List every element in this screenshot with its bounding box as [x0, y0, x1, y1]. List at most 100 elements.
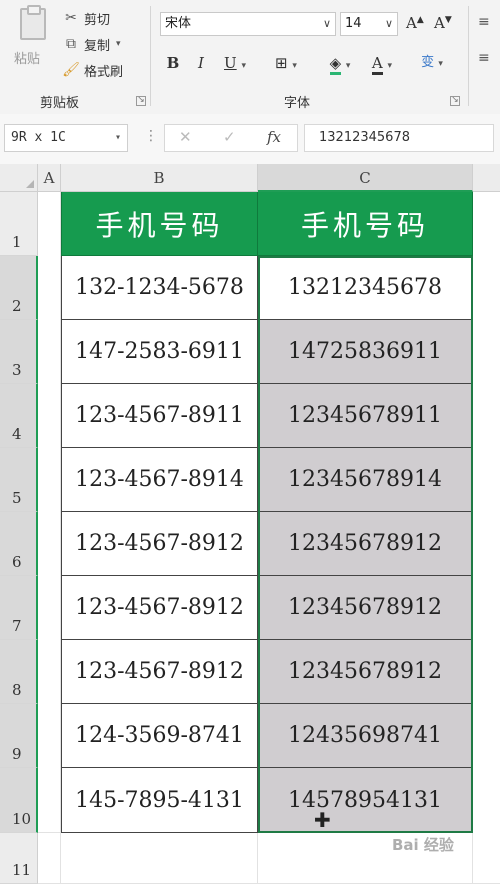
chevron-down-icon[interactable]: ▾ — [116, 39, 121, 49]
shrink-font-label: A — [434, 14, 445, 32]
clipboard-icon — [20, 5, 46, 40]
copy-button[interactable]: ⧉ 复制 ▾ — [62, 34, 121, 54]
table-cell-b[interactable]: 123-4567-8911 — [61, 384, 258, 448]
column-a-cells[interactable] — [38, 192, 61, 833]
table-cell-b[interactable]: 123-4567-8914 — [61, 448, 258, 512]
row-number: 3 — [12, 361, 22, 379]
empty-cell[interactable] — [61, 833, 258, 884]
row-header-9[interactable]: 9 — [0, 704, 38, 768]
table-cell-b[interactable]: 147-2583-6911 — [61, 320, 258, 384]
shrink-font-button[interactable]: A▼ — [434, 14, 452, 32]
chevron-down-icon[interactable]: ▾ — [115, 125, 121, 151]
row-header-11[interactable]: 11 — [0, 833, 38, 884]
paste-button[interactable]: 粘贴 — [8, 5, 56, 70]
column-header-a[interactable]: A — [38, 164, 61, 192]
table-cell-c[interactable]: 14578954131 — [258, 768, 473, 833]
column-header-b[interactable]: B — [61, 164, 258, 192]
font-color-label: A — [371, 54, 383, 75]
paint-bucket-icon: ◈ — [329, 54, 342, 75]
border-grid-icon: ⊞ — [275, 54, 288, 72]
format-painter-button[interactable]: 🖌 格式刷 — [62, 60, 123, 80]
scissors-icon: ✂ — [65, 10, 77, 26]
table-cell-c[interactable]: 12345678912 — [258, 640, 473, 704]
column-header-c[interactable]: C — [258, 164, 473, 192]
row-header-1[interactable]: 1 — [0, 192, 38, 256]
row-header-10[interactable]: 10 — [0, 768, 38, 833]
underline-label: U — [224, 54, 237, 72]
formula-bar: 9R x 1C ▾ ⋮ ✕ ✓ fx 13212345678 — [0, 114, 500, 165]
table-cell-c[interactable]: 14725836911 — [258, 320, 473, 384]
confirm-icon[interactable]: ✓ — [223, 128, 236, 146]
phonetic-button[interactable]: 变 ▾ — [414, 50, 450, 76]
brush-icon: 🖌 — [62, 62, 80, 78]
table-cell-b[interactable]: 123-4567-8912 — [61, 512, 258, 576]
align-left-icon[interactable]: ≡ — [478, 50, 490, 66]
format-painter-label: 格式刷 — [84, 64, 124, 80]
table-cell-c[interactable]: 13212345678 — [258, 256, 473, 320]
clipboard-group-label: 剪贴板 — [40, 96, 80, 111]
header-cell-b[interactable]: 手机号码 — [61, 192, 258, 256]
font-size-value: 14 — [345, 16, 362, 31]
copy-label: 复制 — [84, 38, 111, 54]
cancel-icon[interactable]: ✕ — [179, 128, 192, 146]
italic-button[interactable]: I — [192, 50, 210, 76]
copy-icon: ⧉ — [66, 36, 76, 52]
table-cell-b[interactable]: 123-4567-8912 — [61, 576, 258, 640]
column-header-d[interactable] — [473, 164, 500, 192]
row-header-4[interactable]: 4 — [0, 384, 38, 448]
grow-font-button[interactable]: A▲ — [406, 14, 424, 32]
ribbon: 粘贴 ✂ 剪切 ⧉ 复制 ▾ 🖌 格式刷 剪贴板 ↘ 宋体 ∨ 14 ∨ A▲ … — [0, 0, 500, 115]
more-options-icon[interactable]: ⋮ — [144, 128, 158, 144]
row-header-2[interactable]: 2 — [0, 256, 38, 320]
row-header-7[interactable]: 7 — [0, 576, 38, 640]
row-header-6[interactable]: 6 — [0, 512, 38, 576]
table-cell-b[interactable]: 123-4567-8912 — [61, 640, 258, 704]
row-number: 11 — [12, 861, 32, 879]
header-cell-c[interactable]: 手机号码 — [258, 192, 473, 256]
table-cell-b[interactable]: 132-1234-5678 — [61, 256, 258, 320]
table-cell-b[interactable]: 145-7895-4131 — [61, 768, 258, 833]
empty-cell[interactable] — [38, 833, 61, 884]
fill-color-button[interactable]: ◈ ▾ — [320, 50, 360, 76]
chevron-down-icon: ∨ — [322, 17, 331, 30]
insert-function-button[interactable]: fx — [267, 128, 281, 146]
row-number: 5 — [12, 489, 22, 507]
formula-input[interactable]: 13212345678 — [304, 124, 494, 152]
name-box-value: 9R x 1C — [11, 130, 66, 145]
divider — [150, 6, 151, 106]
align-top-icon[interactable]: ≡ — [478, 14, 490, 30]
row-number: 10 — [12, 810, 32, 828]
font-group-label: 字体 — [284, 96, 311, 111]
watermark: Bai 经验 — [392, 836, 454, 854]
font-size-select[interactable]: 14 ∨ — [340, 12, 398, 36]
grow-font-label: A — [406, 14, 417, 32]
dialog-launcher-icon[interactable]: ↘ — [450, 96, 460, 106]
table-cell-c[interactable]: 12345678912 — [258, 576, 473, 640]
table-cell-c[interactable]: 12345678914 — [258, 448, 473, 512]
row-header-8[interactable]: 8 — [0, 640, 38, 704]
row-number: 2 — [12, 297, 22, 315]
bold-button[interactable]: B — [164, 50, 182, 76]
table-cell-b[interactable]: 124-3569-8741 — [61, 704, 258, 768]
row-number: 1 — [12, 233, 22, 251]
cut-button[interactable]: ✂ 剪切 — [62, 8, 110, 28]
cut-label: 剪切 — [84, 12, 111, 28]
table-cell-c[interactable]: 12345678912 — [258, 512, 473, 576]
dialog-launcher-icon[interactable]: ↘ — [136, 96, 146, 106]
row-number: 8 — [12, 681, 22, 699]
name-box[interactable]: 9R x 1C ▾ — [4, 124, 128, 152]
column-d-cells[interactable] — [473, 192, 500, 884]
row-number: 6 — [12, 553, 22, 571]
table-cell-c[interactable]: 12345678911 — [258, 384, 473, 448]
row-header-5[interactable]: 5 — [0, 448, 38, 512]
select-all-corner[interactable] — [0, 164, 38, 192]
row-number: 7 — [12, 617, 22, 635]
underline-button[interactable]: U ▾ — [218, 50, 252, 76]
font-color-button[interactable]: A ▾ — [364, 50, 400, 76]
borders-button[interactable]: ⊞ ▾ — [266, 50, 306, 76]
formula-buttons: ✕ ✓ fx — [164, 124, 298, 152]
row-header-3[interactable]: 3 — [0, 320, 38, 384]
font-name-select[interactable]: 宋体 ∨ — [160, 12, 336, 36]
table-cell-c[interactable]: 12435698741 — [258, 704, 473, 768]
font-name-value: 宋体 — [165, 16, 192, 31]
